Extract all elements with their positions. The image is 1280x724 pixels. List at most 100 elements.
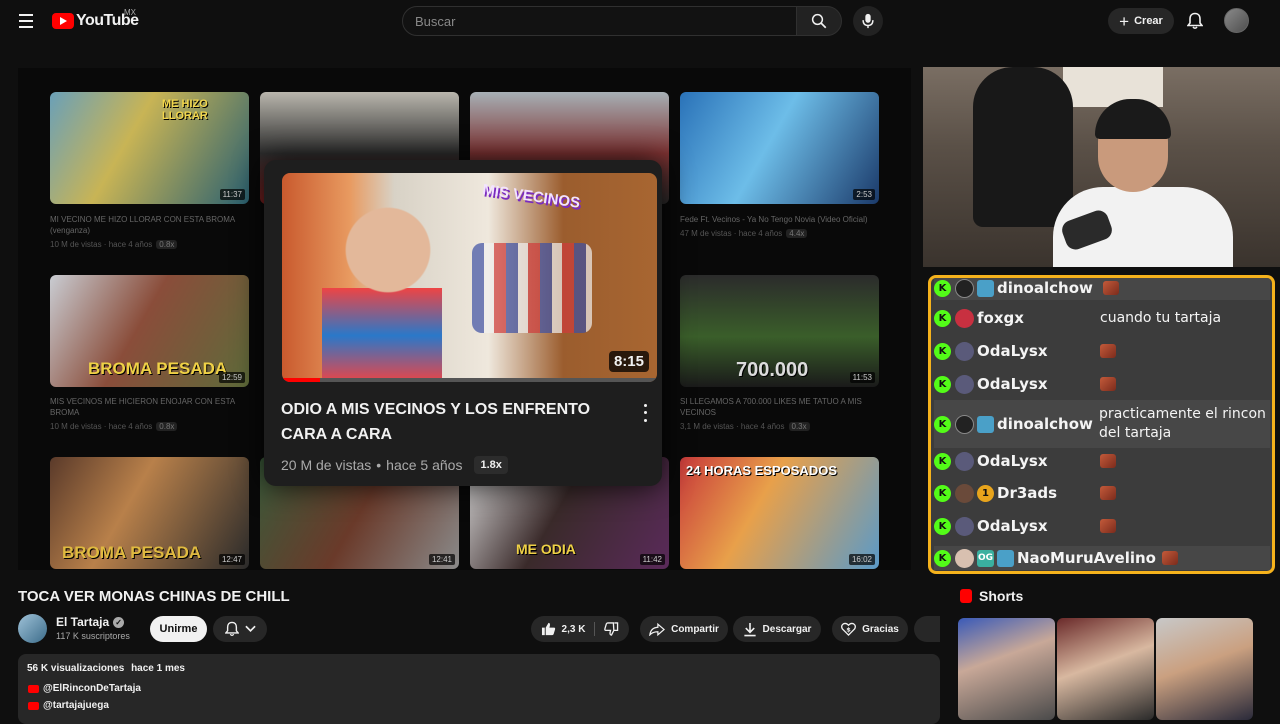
preview-meta: 20 M de vistas • hace 5 años 1.8x [281, 456, 508, 474]
chat-emote [1100, 519, 1116, 533]
channel-name[interactable]: El Tartaja [56, 615, 109, 629]
plus-icon: + [1119, 11, 1130, 31]
like-count: 2,3 K [561, 623, 586, 635]
chat-message: K OdaLysx [934, 514, 1270, 538]
verified-icon: ✓ [113, 616, 125, 628]
account-avatar[interactable] [1224, 8, 1249, 33]
thumbnail-caption: 700.000 [736, 359, 809, 381]
chat-message: K OdaLysx [934, 449, 1270, 473]
thumbnail-kids [472, 243, 592, 333]
user-badge [997, 549, 1014, 567]
chat-emote [1103, 281, 1119, 295]
video-thumbnail[interactable]: 2:53 [680, 92, 879, 204]
description-box[interactable]: 56 K visualizaciones hace 1 mes @ElRinco… [18, 654, 940, 724]
channel-link[interactable]: @ElRinconDeTartaja [28, 683, 141, 694]
dislike-button[interactable] [601, 622, 619, 636]
thanks-label: Gracias [862, 623, 899, 635]
join-button[interactable]: Unirme [150, 616, 207, 642]
chat-text: practicamente el rincon del tartaja [1099, 406, 1266, 441]
thumbnail-person [322, 193, 442, 382]
menu-icon[interactable] [14, 10, 38, 32]
preview-thumbnail[interactable]: MIS VECINOS 8:15 [282, 173, 657, 382]
notifications-button[interactable] [1184, 10, 1206, 32]
more-actions-button[interactable] [914, 616, 940, 642]
microphone-icon [862, 13, 874, 29]
speed-badge: 0.3x [788, 422, 810, 431]
video-duration: 16:02 [848, 554, 875, 565]
country-code: MX [124, 8, 136, 17]
thanks-button[interactable]: $ Gracias [832, 616, 908, 642]
view-count: 56 K visualizaciones [27, 663, 125, 674]
thumbnail-caption: 24 HORAS ESPOSADOS [686, 463, 837, 478]
user-avatar [955, 414, 974, 434]
voice-search-button[interactable] [853, 6, 883, 36]
download-button[interactable]: Descargar [733, 616, 821, 642]
chat-username: dinoalchow [997, 415, 1093, 433]
create-button[interactable]: + Crear [1108, 8, 1174, 34]
download-label: Descargar [762, 623, 812, 635]
search-input[interactable] [403, 7, 796, 35]
og-badge: OG [977, 549, 994, 567]
chat-emote [1100, 377, 1116, 391]
video-duration: 12:41 [428, 554, 455, 565]
thumbnail-caption: BROMA PESADA [88, 359, 228, 378]
video-thumbnail[interactable]: 700.000 11:53 [680, 275, 879, 387]
youtube-icon [28, 684, 39, 693]
like-button[interactable]: 2,3 K [541, 622, 596, 636]
subscription-bell-button[interactable] [213, 616, 267, 642]
kick-icon: K [934, 309, 951, 327]
video-thumbnail[interactable]: ME HIZO LLORAR 11:37 [50, 92, 249, 204]
channel-name-row[interactable]: El Tartaja ✓ [56, 615, 125, 629]
stream-chat-overlay: K dinoalchow K foxgx cuando tu tartaja K… [928, 275, 1275, 574]
video-player[interactable]: ME HIZO LLORAR 11:37 2:53 MI VECINO ME H… [18, 68, 911, 570]
chat-message: K 1 Dr3ads [934, 481, 1270, 505]
channel-avatar[interactable] [18, 614, 47, 643]
video-duration: 11:42 [639, 554, 665, 565]
bell-icon [224, 621, 239, 636]
short-thumbnail[interactable] [1156, 618, 1253, 720]
video-duration: 12:59 [218, 372, 245, 383]
video-preview-card[interactable]: MIS VECINOS 8:15 ODIO A MIS VECINOS Y LO… [264, 160, 662, 486]
watch-progress [282, 378, 657, 382]
kick-icon: K [934, 452, 951, 470]
share-button[interactable]: Compartir [640, 616, 728, 642]
video-title: MI VECINO ME HIZO LLORAR CON ESTA BROMA … [50, 215, 235, 235]
video-thumbnail[interactable]: BROMA PESADA 12:47 [50, 457, 249, 569]
share-label: Compartir [671, 623, 719, 635]
webcam-overlay [923, 67, 1280, 267]
create-label: Crear [1134, 15, 1163, 27]
chat-username: OdaLysx [977, 375, 1048, 393]
channel-link-text[interactable]: @tartajajuega [43, 700, 109, 711]
kick-icon: K [934, 549, 951, 567]
youtube-play-icon [52, 13, 74, 29]
video-meta: SI LLEGAMOS A 700.000 LIKES ME TATUO A M… [680, 396, 870, 432]
video-stats: 10 M de vistas · hace 4 años [50, 240, 153, 249]
chat-emote [1100, 344, 1116, 358]
shorts-icon [960, 589, 972, 603]
user-avatar [955, 483, 974, 503]
chat-message: K dinoalchow [934, 278, 1270, 300]
speed-badge: 1.8x [474, 456, 508, 474]
chat-message: K foxgx cuando tu tartaja [934, 306, 1270, 330]
description-stats: 56 K visualizaciones hace 1 mes [27, 663, 185, 674]
thumbs-down-icon [604, 622, 619, 636]
user-avatar [955, 341, 974, 361]
channel-link-text[interactable]: @ElRinconDeTartaja [43, 683, 141, 694]
search-button[interactable] [796, 6, 842, 36]
chat-message: K OdaLysx [934, 372, 1270, 396]
top-bar: YouTube MX + Crear [0, 0, 1280, 42]
short-thumbnail[interactable] [958, 618, 1055, 720]
user-badge [977, 415, 994, 433]
preview-title[interactable]: ODIO A MIS VECINOS Y LOS ENFRENTO CARA A… [281, 397, 621, 447]
more-options-icon[interactable] [638, 402, 652, 424]
youtube-logo[interactable]: YouTube MX [52, 8, 139, 31]
channel-link[interactable]: @tartajajuega [28, 700, 109, 711]
short-thumbnail[interactable] [1057, 618, 1154, 720]
video-thumbnail[interactable]: 24 HORAS ESPOSADOS 16:02 [680, 457, 879, 569]
chat-text: cuando tu tartaja [1100, 309, 1222, 326]
video-thumbnail[interactable]: BROMA PESADA 12:59 [50, 275, 249, 387]
video-stats: 47 M de vistas · hace 4 años [680, 229, 783, 238]
svg-text:$: $ [846, 625, 851, 633]
video-stats: 10 M de vistas · hace 4 años [50, 422, 153, 431]
user-avatar [955, 278, 974, 298]
